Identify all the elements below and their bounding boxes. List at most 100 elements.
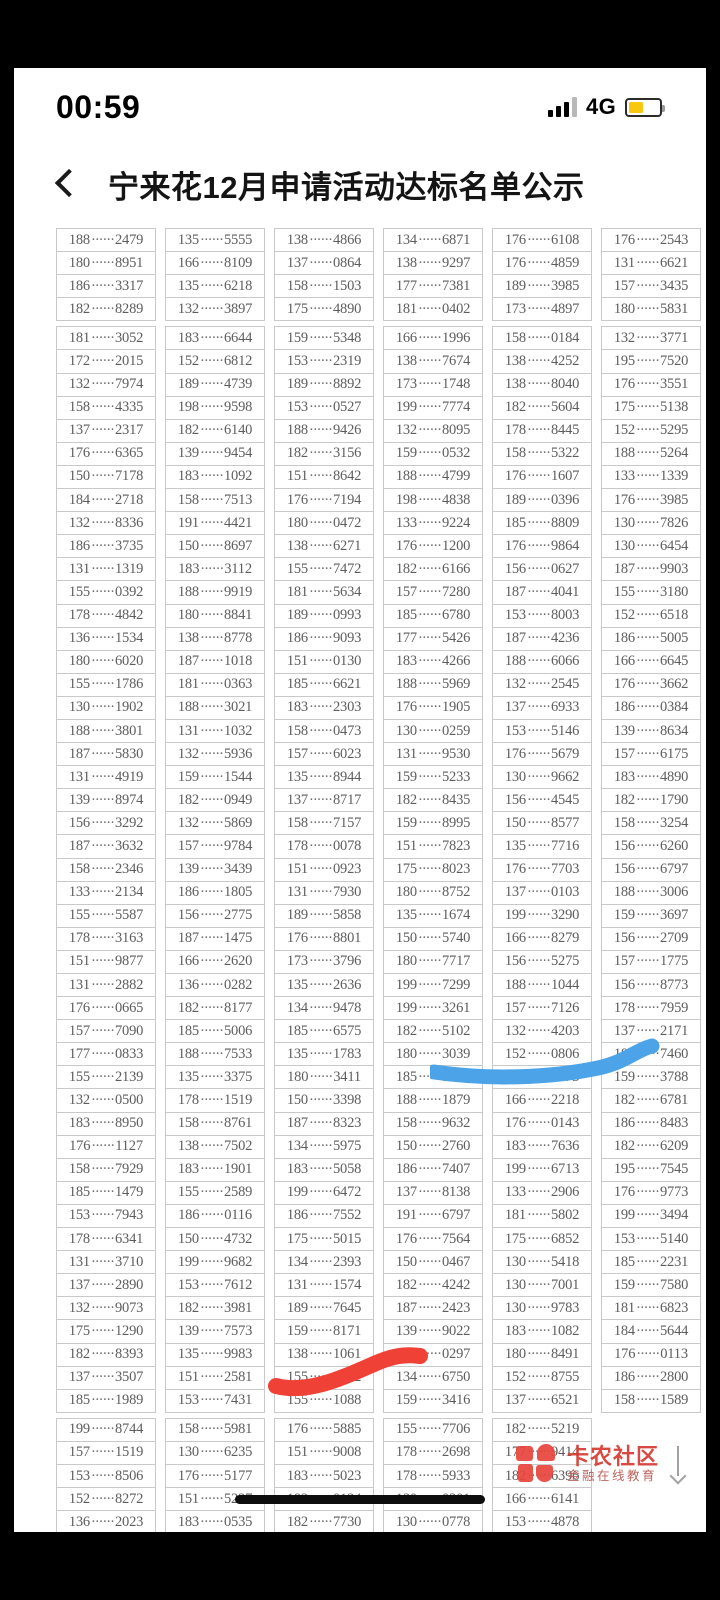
phone-number-cell: 133 ······ 2134	[57, 882, 155, 905]
number-suffix: 1748	[441, 376, 471, 393]
number-mask-dots: ······	[635, 560, 660, 577]
number-mask-dots: ······	[635, 745, 660, 762]
number-prefix: 156	[504, 791, 526, 808]
phone-number-cell: 175 ······ 8023	[384, 859, 482, 882]
phone-number-cell: 151 ······ 9877	[57, 951, 155, 974]
number-prefix: 184	[68, 491, 90, 508]
phone-number-cell: 135 ······ 5555	[166, 229, 264, 253]
number-mask-dots: ······	[526, 468, 551, 485]
number-mask-dots: ······	[308, 1299, 333, 1316]
number-mask-dots: ······	[90, 907, 115, 924]
number-prefix: 187	[68, 837, 90, 854]
number-mask-dots: ······	[635, 254, 660, 271]
phone-number-cell: 183 ······ 8950	[57, 1113, 155, 1136]
number-mask-dots: ······	[199, 1513, 224, 1530]
phone-number-cell: 175 ······ 6852	[493, 1228, 591, 1252]
number-prefix: 139	[177, 1322, 199, 1339]
number-mask-dots: ······	[308, 699, 333, 716]
number-prefix: 176	[68, 445, 90, 462]
number-mask-dots: ······	[90, 653, 115, 670]
number-mask-dots: ······	[417, 1092, 442, 1109]
phone-number-cell: 191 ······ 6797	[384, 1205, 482, 1229]
number-prefix: 185	[395, 607, 417, 624]
number-prefix: 133	[613, 468, 635, 485]
number-prefix: 135	[286, 768, 308, 785]
number-prefix: 188	[68, 722, 90, 739]
number-mask-dots: ······	[199, 907, 224, 924]
phone-number-cell: 137 ······ 3507	[57, 1367, 155, 1390]
number-suffix: 5740	[441, 930, 471, 947]
number-mask-dots: ······	[417, 1346, 442, 1363]
phone-number-cell: 184 ······ 5644	[602, 1320, 700, 1344]
number-mask-dots: ······	[526, 491, 551, 508]
number-suffix: 9273	[550, 1068, 580, 1085]
number-prefix: 135	[504, 837, 526, 854]
number-mask-dots: ······	[308, 1421, 333, 1438]
number-block: 176 ······ 6108 176 ······ 4859 189 ······ 3985 1…	[492, 228, 592, 322]
number-suffix: 9093	[332, 630, 362, 647]
number-suffix: 6108	[550, 231, 580, 248]
home-indicator[interactable]	[235, 1495, 485, 1504]
number-suffix: 3375	[223, 1068, 253, 1085]
number-mask-dots: ······	[309, 1068, 333, 1085]
back-chevron-icon[interactable]	[48, 167, 82, 201]
number-suffix: 9903	[659, 560, 689, 577]
number-mask-dots: ······	[308, 1092, 333, 1109]
number-mask-dots: ······	[635, 1322, 660, 1339]
number-prefix: 131	[286, 1276, 308, 1293]
number-mask-dots: ······	[199, 445, 224, 462]
number-suffix: 4266	[441, 653, 471, 670]
number-suffix: 3697	[659, 907, 689, 924]
number-suffix: 7545	[659, 1161, 689, 1178]
number-prefix: 157	[286, 745, 308, 762]
number-mask-dots: ······	[635, 468, 660, 485]
phone-number-cell: 180 ······ 8841	[166, 605, 264, 628]
number-suffix: 9864	[550, 537, 580, 554]
phone-number-cell: 139 ······ 9454	[166, 443, 264, 466]
number-mask-dots: ······	[90, 1490, 115, 1507]
number-mask-dots: ······	[635, 1022, 660, 1039]
number-prefix: 186	[613, 1369, 635, 1386]
number-suffix: 0778	[441, 1513, 471, 1530]
watermark-sub: 金融在线教育	[566, 1469, 657, 1484]
number-suffix: 0396	[550, 491, 580, 508]
phone-number-sheet: 188 ······ 2479 180 ······ 8951 186 ······ 3317 1…	[14, 222, 706, 1532]
phone-number-cell: 137 ······ 2890	[57, 1274, 155, 1298]
number-mask-dots: ······	[199, 837, 224, 854]
number-mask-dots: ······	[199, 1161, 224, 1178]
phone-number-cell: 139 ······ 3439	[166, 859, 264, 882]
phone-number-cell: 156 ······ 6797	[602, 859, 700, 882]
number-mask-dots: ······	[90, 1253, 115, 1270]
number-prefix: 199	[395, 999, 417, 1016]
number-suffix: 3710	[114, 1253, 144, 1270]
phone-number-cell: 189 ······ 3985	[493, 275, 591, 299]
number-suffix: 8778	[223, 630, 253, 647]
number-suffix: 0392	[114, 583, 144, 600]
number-prefix: 186	[177, 884, 199, 901]
number-suffix: 3254	[659, 814, 689, 831]
number-prefix: 159	[395, 814, 417, 831]
number-mask-dots: ······	[635, 768, 660, 785]
number-prefix: 157	[504, 999, 526, 1016]
number-mask-dots: ······	[417, 722, 442, 739]
number-prefix: 176	[613, 676, 635, 693]
number-mask-dots: ······	[308, 837, 333, 854]
number-suffix: 0472	[332, 514, 362, 531]
phone-number-cell: 182 ······ 3156	[275, 443, 373, 466]
number-prefix: 138	[286, 1346, 308, 1363]
phone-number-cell: 130 ······ 5418	[493, 1251, 591, 1275]
phone-number-cell: 182 ······ 1790	[602, 789, 700, 813]
number-prefix: 138	[177, 1138, 199, 1155]
number-prefix: 152	[504, 1369, 526, 1386]
number-suffix: 2317	[114, 422, 144, 439]
number-mask-dots: ······	[90, 976, 115, 993]
number-prefix: 133	[68, 884, 90, 901]
number-mask-dots: ······	[635, 791, 660, 808]
phone-number-cell: 136 ······ 2023	[57, 1511, 155, 1532]
number-mask-dots: ······	[417, 607, 442, 624]
number-suffix: 0467	[441, 1253, 471, 1270]
number-mask-dots: ······	[90, 1322, 115, 1339]
number-prefix: 137	[286, 254, 308, 271]
number-mask-dots: ······	[526, 1276, 551, 1293]
phone-number-cell: 176 ······ 0665	[57, 997, 155, 1021]
